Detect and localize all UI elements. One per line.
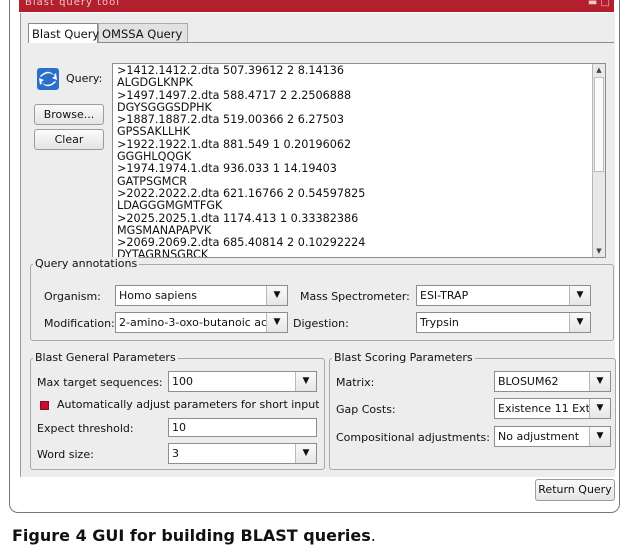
organism-value: Homo sapiens xyxy=(119,289,197,302)
auto-adjust-checkbox[interactable] xyxy=(40,401,49,410)
chevron-down-icon[interactable]: ▼ xyxy=(569,313,590,332)
word-size-label: Word size: xyxy=(37,448,94,461)
compositional-adjustments-value: No adjustment xyxy=(498,430,580,443)
max-target-label: Max target sequences: xyxy=(37,376,163,389)
query-label: Query: xyxy=(66,72,103,85)
window-titlebar: Blast query tool ▬ □ xyxy=(19,0,614,12)
matrix-label: Matrix: xyxy=(336,376,375,389)
organism-label: Organism: xyxy=(44,290,101,303)
query-text: >1412.1412.2.dta 507.39612 2 8.14136 ALG… xyxy=(117,64,366,258)
window-title: Blast query tool xyxy=(25,0,121,8)
max-target-value: 100 xyxy=(172,375,193,388)
caption-period: . xyxy=(370,526,376,545)
gap-costs-value: Existence 11 Exte xyxy=(498,402,590,415)
blast-refresh-icon xyxy=(37,68,59,90)
scroll-up-icon[interactable]: ▲ xyxy=(593,64,605,76)
matrix-select[interactable]: BLOSUM62 ▼ xyxy=(494,371,611,392)
max-target-select[interactable]: 100 ▼ xyxy=(168,371,317,392)
figure-caption: Figure 4 GUI for building BLAST queries. xyxy=(12,526,376,545)
matrix-value: BLOSUM62 xyxy=(498,375,559,388)
chevron-down-icon[interactable]: ▼ xyxy=(569,286,590,305)
window-controls-icon[interactable]: ▬ □ xyxy=(588,0,610,8)
mass-spectrometer-value: ESI-TRAP xyxy=(420,289,469,302)
modification-select[interactable]: 2-amino-3-oxo-butanoic aci ▼ xyxy=(115,312,288,333)
compositional-adjustments-label: Compositional adjustments: xyxy=(336,431,490,444)
modification-label: Modification: xyxy=(44,317,115,330)
chevron-down-icon[interactable]: ▼ xyxy=(589,427,610,446)
general-params-title: Blast General Parameters xyxy=(33,351,178,364)
organism-select[interactable]: Homo sapiens ▼ xyxy=(115,285,288,306)
gap-costs-select[interactable]: Existence 11 Exte ▼ xyxy=(494,398,611,419)
auto-adjust-label: Automatically adjust parameters for shor… xyxy=(57,398,319,411)
scoring-params-title: Blast Scoring Parameters xyxy=(332,351,475,364)
digestion-label: Digestion: xyxy=(293,317,349,330)
chevron-down-icon[interactable]: ▼ xyxy=(589,399,610,418)
clear-button[interactable]: Clear xyxy=(34,129,104,150)
expect-threshold-label: Expect threshold: xyxy=(37,422,134,435)
chevron-down-icon[interactable]: ▼ xyxy=(589,372,610,391)
tab-divider xyxy=(28,42,614,43)
mass-spectrometer-select[interactable]: ESI-TRAP ▼ xyxy=(416,285,591,306)
chevron-down-icon[interactable]: ▼ xyxy=(266,313,287,332)
word-size-select[interactable]: 3 ▼ xyxy=(168,443,317,464)
compositional-adjustments-select[interactable]: No adjustment ▼ xyxy=(494,426,611,447)
tab-omssa-query[interactable]: OMSSA Query xyxy=(98,23,188,43)
chevron-down-icon[interactable]: ▼ xyxy=(266,286,287,305)
gap-costs-label: Gap Costs: xyxy=(336,403,396,416)
scroll-thumb[interactable] xyxy=(594,77,604,172)
word-size-value: 3 xyxy=(172,447,179,460)
modification-value: 2-amino-3-oxo-butanoic aci xyxy=(119,316,267,329)
chevron-down-icon[interactable]: ▼ xyxy=(295,372,316,391)
digestion-value: Trypsin xyxy=(420,316,459,329)
query-scrollbar[interactable]: ▲ ▼ xyxy=(592,64,605,257)
caption-title: Figure 4 GUI for building BLAST queries xyxy=(12,526,371,545)
tab-blast-query[interactable]: Blast Query xyxy=(28,23,99,43)
digestion-select[interactable]: Trypsin ▼ xyxy=(416,312,591,333)
query-textarea[interactable]: >1412.1412.2.dta 507.39612 2 8.14136 ALG… xyxy=(112,63,606,258)
browse-button[interactable]: Browse... xyxy=(34,104,104,125)
mass-spectrometer-label: Mass Spectrometer: xyxy=(300,290,410,303)
return-query-button[interactable]: Return Query xyxy=(535,479,615,501)
chevron-down-icon[interactable]: ▼ xyxy=(295,444,316,463)
expect-threshold-input[interactable]: 10 xyxy=(168,418,317,437)
query-annotations-title: Query annotations xyxy=(33,257,140,270)
scroll-down-icon[interactable]: ▼ xyxy=(593,245,605,257)
